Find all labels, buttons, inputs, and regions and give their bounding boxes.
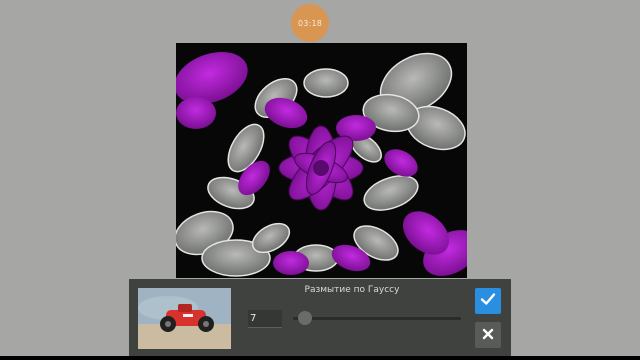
- gaussian-blur-panel: Размытие по Гауссу 7: [129, 279, 511, 356]
- check-icon: [480, 291, 496, 311]
- blur-radius-slider-handle[interactable]: [297, 311, 312, 325]
- close-icon: [481, 326, 495, 345]
- edited-photo: [176, 43, 467, 278]
- filter-title: Размытие по Гауссу: [304, 285, 400, 295]
- preview-thumbnail: [138, 288, 231, 349]
- timer-badge: 03:18: [291, 4, 329, 42]
- blur-radius-slider-track[interactable]: [293, 317, 461, 320]
- editor-stage: 03:18 Размытие по Гауссу 7: [0, 0, 640, 356]
- apply-button[interactable]: [475, 288, 501, 314]
- blur-radius-field[interactable]: 7: [248, 310, 282, 328]
- bottom-edge: [0, 356, 640, 360]
- cancel-button[interactable]: [475, 322, 501, 348]
- timer-label: 03:18: [297, 18, 323, 28]
